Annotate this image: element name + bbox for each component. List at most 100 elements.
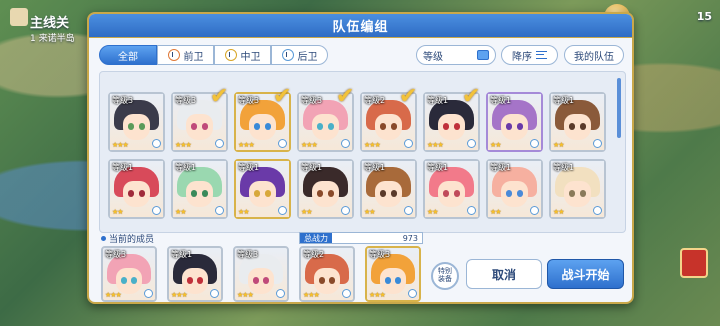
character-eye [506, 123, 512, 130]
character-eye [139, 123, 145, 130]
position-badge-icon [210, 289, 219, 298]
position-badge-icon [593, 139, 602, 148]
character-eye [580, 123, 586, 130]
character-card[interactable]: 等级2 ★★★ [299, 246, 355, 302]
character-eye [139, 190, 145, 197]
character-card[interactable]: 等级1 ★★ [423, 159, 480, 219]
home-icon[interactable] [10, 8, 28, 26]
filter-back-tab[interactable]: 后卫 [271, 45, 328, 65]
character-eye [454, 123, 460, 130]
character-card[interactable]: 等级1 ★★ [486, 159, 543, 219]
character-level: 等级3 [369, 250, 391, 259]
star-rating: ★★ [301, 208, 313, 216]
filter-all-tab[interactable]: 全部 [99, 45, 157, 65]
star-rating: ★★★ [427, 141, 444, 149]
character-card[interactable]: 等级1 ★★ [549, 159, 606, 219]
position-badge-icon [593, 206, 602, 215]
character-eye [254, 123, 260, 130]
sort-level-label: 等级 [423, 51, 443, 63]
star-rating: ★★★ [301, 141, 318, 149]
character-card[interactable]: 等级3 ★★★ ✔ [234, 84, 291, 152]
battle-start-button[interactable]: 战斗开始 [547, 259, 624, 289]
character-card[interactable]: 等级1 ★★ [108, 159, 165, 219]
filter-all-label: 全部 [118, 51, 138, 63]
character-eye [395, 277, 401, 284]
my-team-button[interactable]: 我的队伍 [564, 45, 624, 65]
position-badge-icon [404, 206, 413, 215]
character-card[interactable]: 等级3 ★★★ [101, 246, 157, 302]
character-card[interactable]: 等级2 ★★★ ✔ [360, 84, 417, 152]
character-card[interactable]: 等级1 ★★ [486, 92, 543, 152]
star-rating: ★★ [553, 208, 565, 216]
filter-mid-tab[interactable]: 中卫 [214, 45, 271, 65]
character-eye [580, 190, 586, 197]
character-card[interactable]: 等级3 ★★★ [365, 246, 421, 302]
character-eye [128, 123, 134, 130]
position-badge-icon [467, 206, 476, 215]
character-eye [385, 277, 391, 284]
character-card[interactable]: 等级1 ★★ [234, 159, 291, 219]
selected-check-icon: ✔ [336, 84, 355, 109]
character-card[interactable]: 等级1 ★★★ [167, 246, 223, 302]
character-card[interactable]: 等级1 ★★ [171, 159, 228, 219]
position-badge-icon [530, 206, 539, 215]
character-level: 等级1 [553, 96, 575, 105]
character-eye [197, 277, 203, 284]
character-eye [517, 123, 523, 130]
current-members-label: 当前的成员 [101, 232, 154, 245]
descending-icon [536, 51, 547, 59]
character-card[interactable]: 等级1 ★★ [360, 159, 417, 219]
current-members-text: 当前的成员 [109, 235, 155, 245]
character-eye [265, 190, 271, 197]
character-eye [569, 123, 575, 130]
position-badge-icon [341, 206, 350, 215]
character-level: 等级1 [553, 163, 575, 172]
star-rating: ★★ [364, 208, 376, 216]
sort-order-button[interactable]: 降序 [501, 45, 558, 65]
character-level: 等级3 [175, 96, 197, 105]
side-menu-tag[interactable] [680, 248, 708, 278]
character-eye [202, 190, 208, 197]
cancel-button[interactable]: 取消 [466, 259, 542, 289]
character-level: 等级3 [238, 96, 260, 105]
sort-order-label: 降序 [512, 51, 532, 63]
character-eye [443, 190, 449, 197]
roster-scrollbar[interactable] [617, 78, 621, 138]
character-card[interactable]: 等级3 ★★★ [233, 246, 289, 302]
cancel-label: 取消 [491, 267, 516, 282]
selected-check-icon: ✔ [462, 84, 481, 109]
position-badge-icon [467, 139, 476, 148]
position-badge-icon [404, 139, 413, 148]
selected-check-icon: ✔ [273, 84, 292, 109]
party-dialog: 队伍编组 全部 前卫 中卫 后卫 等级 降序 我的队伍 等级3 ★★★ 等级3 ★★★… [87, 12, 634, 304]
star-rating: ★★★ [364, 141, 381, 149]
roster-grid: 等级3 ★★★ 等级3 ★★★ ✔ 等级3 ★★★ ✔ 等级3 ★★★ ✔ 等级2 ★★★ ✔ 等级1 ★★★… [108, 84, 606, 219]
character-level: 等级1 [112, 163, 134, 172]
character-card[interactable]: 等级1 ★★ [297, 159, 354, 219]
position-badge-icon [342, 289, 351, 298]
selected-check-icon: ✔ [399, 84, 418, 109]
selected-check-icon: ✔ [210, 84, 229, 109]
character-card[interactable]: 等级3 ★★★ ✔ [297, 84, 354, 152]
bullet-icon [101, 236, 106, 241]
character-card[interactable]: 等级1 ★★★ ✔ [423, 84, 480, 152]
character-level: 等级1 [171, 250, 193, 259]
character-level: 等级1 [301, 163, 323, 172]
character-level: 等级3 [112, 96, 134, 105]
position-filter: 全部 前卫 中卫 后卫 [99, 45, 328, 65]
character-eye [319, 277, 325, 284]
position-badge-icon [278, 206, 287, 215]
character-eye [506, 190, 512, 197]
character-card[interactable]: 等级1 ★★ [549, 92, 606, 152]
filter-front-tab[interactable]: 前卫 [157, 45, 214, 65]
character-card[interactable]: 等级3 ★★★ [108, 92, 165, 152]
character-card[interactable]: 等级3 ★★★ ✔ [171, 84, 228, 152]
special-equipment-button[interactable]: 特别 装备 [431, 262, 459, 290]
character-roster[interactable]: 等级3 ★★★ 等级3 ★★★ ✔ 等级3 ★★★ ✔ 等级3 ★★★ ✔ 等级2 ★★★ ✔ 等级1 ★★★… [99, 71, 626, 233]
filter-mid-label: 中卫 [240, 51, 261, 63]
character-level: 等级3 [105, 250, 127, 259]
character-level: 等级1 [427, 163, 449, 172]
character-eye [128, 190, 134, 197]
sort-by-level-button[interactable]: 等级 [416, 45, 496, 65]
back-position-icon [281, 49, 294, 61]
